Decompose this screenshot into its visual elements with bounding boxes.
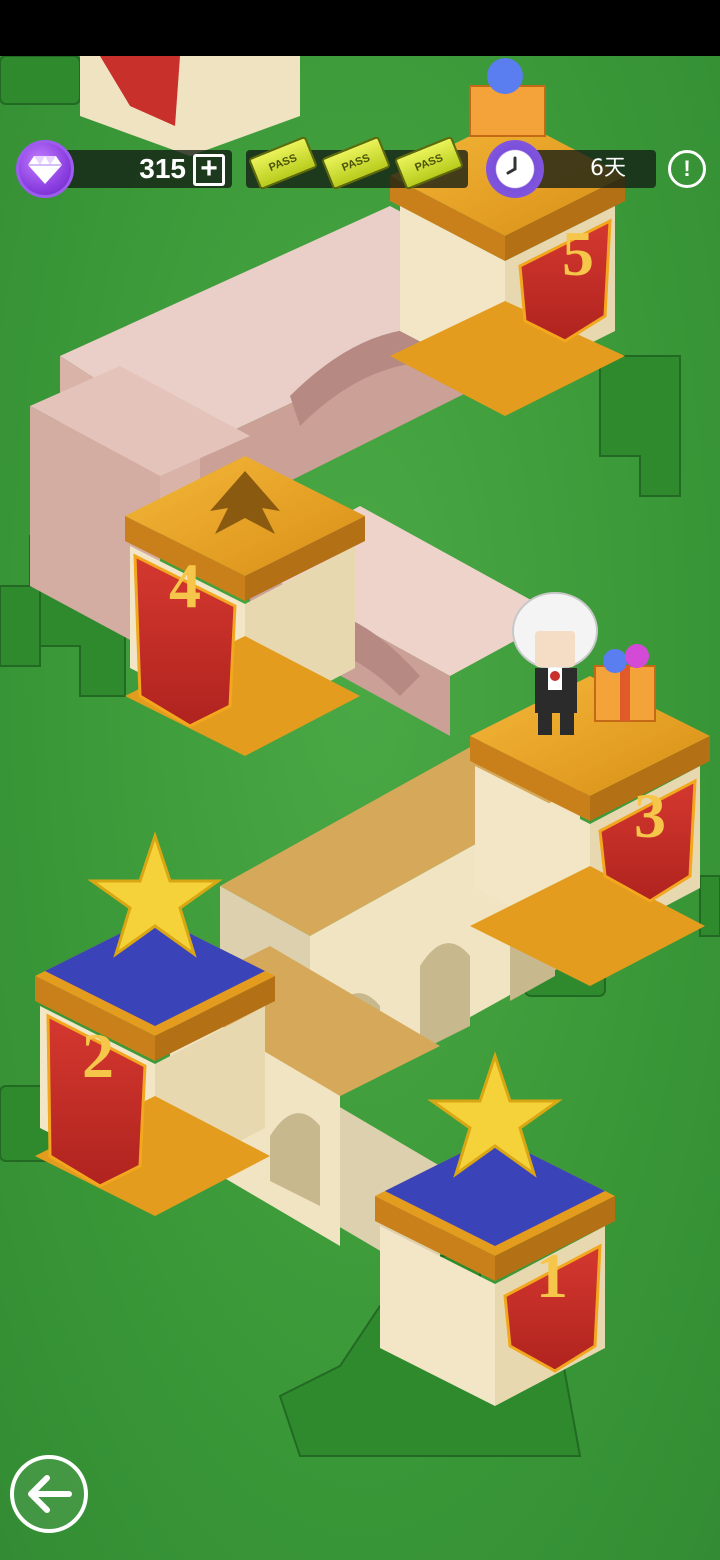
back-button[interactable] (10, 1455, 88, 1533)
level-1-pedestal (375, 1051, 615, 1406)
gift-box (594, 644, 656, 722)
level-2-number[interactable]: 2 (68, 1016, 128, 1096)
event-timer: 6天 (590, 156, 626, 181)
level-map: 5 4 3 2 1 (0, 56, 720, 1560)
ruin-top (80, 56, 300, 156)
info-button[interactable]: ! (668, 150, 706, 188)
clock-icon (486, 140, 544, 198)
arrow-left-icon (28, 1475, 72, 1513)
gem-icon (16, 140, 74, 198)
status-bar (0, 0, 720, 56)
gem-count: 315 (139, 153, 186, 184)
level-4-number[interactable]: 4 (155, 546, 215, 626)
level-5-number[interactable]: 5 (548, 214, 608, 294)
level-1-number[interactable]: 1 (522, 1236, 582, 1316)
level-3-number[interactable]: 3 (620, 776, 680, 856)
add-gems-button[interactable]: + (193, 154, 225, 186)
